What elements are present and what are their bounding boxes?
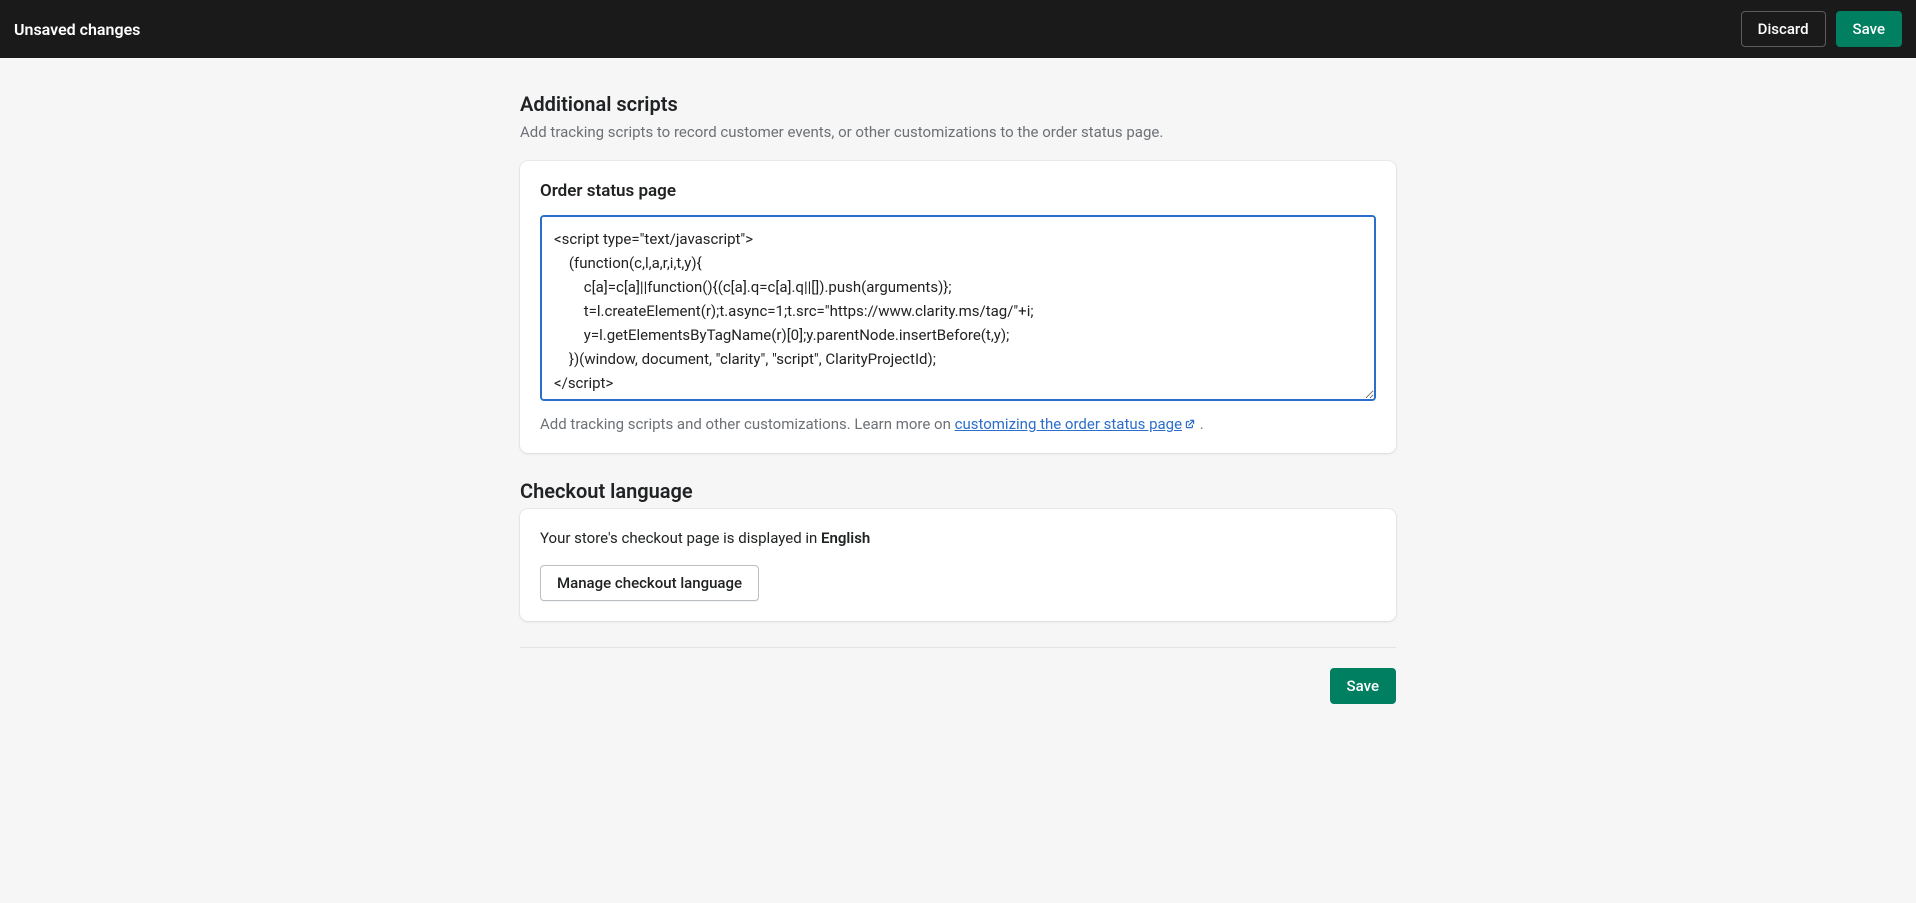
order-status-helper-text: Add tracking scripts and other customiza… (540, 415, 1376, 433)
helper-link-text: customizing the order status page (955, 415, 1182, 433)
topbar-actions: Discard Save (1741, 11, 1902, 47)
customize-order-status-link[interactable]: customizing the order status page (955, 415, 1196, 433)
order-status-scripts-textarea[interactable]: <script type="text/javascript"> (functio… (540, 215, 1376, 401)
unsaved-changes-title: Unsaved changes (14, 20, 140, 39)
save-button[interactable]: Save (1836, 11, 1902, 47)
additional-scripts-subtext: Add tracking scripts to record customer … (520, 122, 1396, 143)
checkout-language-value: English (821, 529, 870, 547)
page-scroll-area[interactable]: Additional scripts Add tracking scripts … (0, 58, 1916, 903)
checkout-language-card: Your store's checkout page is displayed … (520, 509, 1396, 621)
order-status-card: Order status page <script type="text/jav… (520, 161, 1396, 453)
discard-button[interactable]: Discard (1741, 11, 1826, 47)
helper-prefix: Add tracking scripts and other customiza… (540, 415, 955, 433)
section-divider (520, 647, 1396, 648)
settings-container: Additional scripts Add tracking scripts … (520, 58, 1396, 744)
external-link-icon (1184, 418, 1196, 430)
order-status-card-title: Order status page (540, 181, 1376, 201)
checkout-language-heading: Checkout language (520, 479, 1396, 503)
footer-actions: Save (520, 668, 1396, 704)
additional-scripts-heading: Additional scripts (520, 92, 1396, 116)
checkout-language-prefix: Your store's checkout page is displayed … (540, 529, 821, 547)
footer-save-button[interactable]: Save (1330, 668, 1396, 704)
unsaved-changes-bar: Unsaved changes Discard Save (0, 0, 1916, 58)
helper-suffix: . (1196, 415, 1204, 433)
checkout-language-text: Your store's checkout page is displayed … (540, 529, 1376, 547)
manage-checkout-language-button[interactable]: Manage checkout language (540, 565, 759, 601)
